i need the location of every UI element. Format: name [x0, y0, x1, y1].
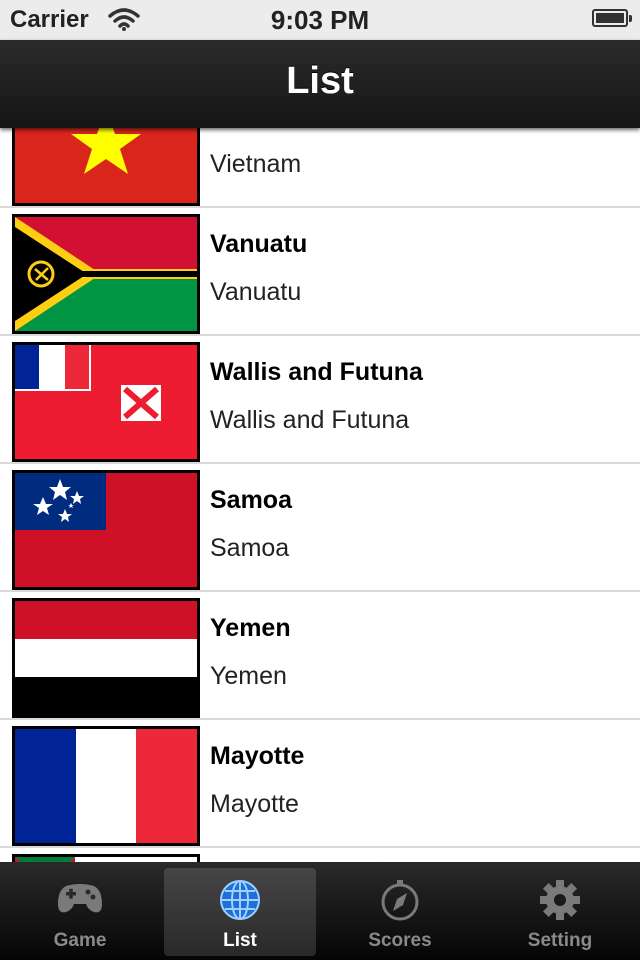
tab-label: Setting [527, 930, 593, 951]
navigation-bar: List [0, 40, 640, 128]
gear-icon [538, 878, 582, 927]
tab-scores[interactable]: Scores [324, 868, 476, 956]
row-title: Vanuatu [210, 230, 308, 258]
tab-list[interactable]: List [164, 868, 316, 956]
list-item-vietnam[interactable]: Vietnam [0, 128, 640, 208]
row-subtitle: Wallis and Futuna [210, 406, 410, 434]
row-title: Yemen [210, 614, 291, 642]
status-bar: Carrier 9:03 PM [0, 0, 640, 40]
tab-label: Scores [368, 930, 432, 951]
row-subtitle: Vanuatu [210, 278, 302, 306]
list-item-yemen[interactable]: Yemen Yemen [0, 592, 640, 720]
partial-flag [12, 854, 200, 862]
gamepad-icon [56, 878, 104, 923]
list-item-samoa[interactable]: Samoa Samoa [0, 464, 640, 592]
tab-label: List [223, 930, 257, 951]
list-item-wallis-and-futuna[interactable]: Wallis and Futuna Wallis and Futuna [0, 336, 640, 464]
mayotte-flag [12, 726, 200, 846]
tab-label: Game [53, 930, 107, 951]
list-item-next[interactable] [0, 848, 640, 862]
row-title: Samoa [210, 486, 292, 514]
vietnam-flag [12, 128, 200, 206]
row-title: Wallis and Futuna [210, 358, 423, 386]
country-list[interactable]: Vietnam Vanuatu Vanuatu Wallis and Futun… [0, 128, 640, 862]
clock: 9:03 PM [270, 5, 370, 35]
wallis-futuna-flag [12, 342, 200, 462]
tab-bar: Game List Scores Setting [0, 862, 640, 960]
list-item-vanuatu[interactable]: Vanuatu Vanuatu [0, 208, 640, 336]
vanuatu-flag [12, 214, 200, 334]
page-title: List [286, 60, 354, 102]
row-title: Mayotte [210, 742, 305, 770]
row-subtitle: Yemen [210, 662, 287, 690]
list-item-mayotte[interactable]: Mayotte Mayotte [0, 720, 640, 848]
samoa-flag [12, 470, 200, 590]
battery-icon [592, 9, 632, 27]
tab-game[interactable]: Game [4, 868, 156, 956]
row-subtitle: Mayotte [210, 790, 299, 818]
row-subtitle: Samoa [210, 534, 290, 562]
row-subtitle: Vietnam [210, 150, 302, 178]
yemen-flag [12, 598, 200, 718]
globe-icon [218, 878, 262, 927]
tab-setting[interactable]: Setting [484, 868, 636, 956]
compass-icon [378, 878, 422, 927]
